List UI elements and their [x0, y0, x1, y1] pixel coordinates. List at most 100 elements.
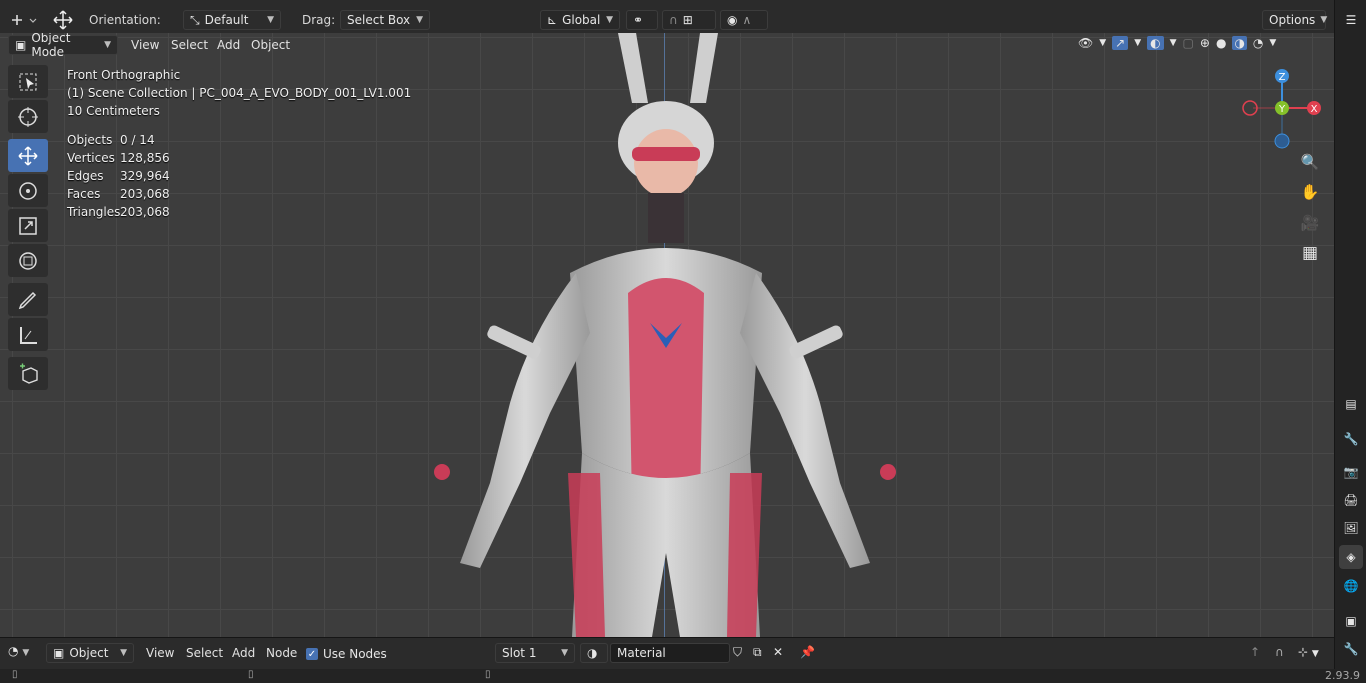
select-box-tool[interactable]: [8, 65, 48, 98]
hand-icon: ✋: [1300, 183, 1320, 201]
zoom-button[interactable]: 🔍: [1296, 148, 1324, 176]
chevron-down-icon[interactable]: ▼: [1269, 38, 1276, 48]
transform-tool-icon: [50, 9, 76, 31]
menu-add[interactable]: Add: [232, 646, 255, 660]
pivot-point-dropdown[interactable]: ⚭: [626, 10, 658, 30]
ortho-toggle-button[interactable]: ▦: [1296, 239, 1324, 267]
fake-user-shield-icon[interactable]: ⛉: [733, 645, 742, 660]
magnet-icon: ∩: [669, 13, 678, 27]
pan-button[interactable]: ✋: [1296, 178, 1324, 206]
unlink-material-icon[interactable]: ✕: [773, 645, 783, 659]
gizmo-toggle-icon[interactable]: ↗: [1112, 36, 1129, 50]
node-editor-header: ◔ ▼ ▣ Object ▼ View Select Add Node ✓ Us…: [0, 637, 1334, 669]
orientation-dropdown[interactable]: ⤡ Default ▼: [183, 10, 281, 30]
drag-dropdown[interactable]: Select Box ▼: [340, 10, 430, 30]
menu-select[interactable]: Select: [186, 646, 223, 660]
output-properties-icon[interactable]: 🖨: [1339, 488, 1363, 512]
menu-add[interactable]: Add: [217, 38, 240, 52]
chevron-down-icon: ▼: [120, 648, 127, 658]
mode-dropdown[interactable]: ▣ Object Mode ▼: [8, 33, 118, 59]
proportional-editing-dropdown[interactable]: ◉ ∧: [720, 10, 768, 30]
wireframe-shading-icon[interactable]: ⊕: [1200, 36, 1210, 50]
scale-icon: [19, 216, 37, 235]
solid-shading-icon[interactable]: ●: [1216, 36, 1226, 50]
camera-view-button[interactable]: 🎥: [1296, 209, 1324, 237]
options-dropdown[interactable]: Options ▼: [1262, 10, 1328, 30]
chevron-down-icon: ▼: [561, 648, 568, 658]
viewport-overlay-text: Front Orthographic (1) Scene Collection …: [67, 66, 411, 221]
render-properties-icon[interactable]: 📷: [1339, 460, 1363, 484]
gizmo-z-label: Z: [1279, 72, 1286, 83]
editor-type-dropdown[interactable]: ◔ ▼: [8, 644, 29, 658]
cursor-tool[interactable]: [8, 100, 48, 133]
drag-label: Drag:: [302, 13, 336, 27]
chevron-down-icon: ▼: [416, 15, 423, 25]
navigation-gizmo[interactable]: Z Y X: [1240, 69, 1324, 153]
pencil-icon: [18, 291, 37, 309]
annotate-tool[interactable]: [8, 283, 48, 316]
snap-magnet-icon[interactable]: ∩: [1275, 645, 1284, 659]
tool-properties-icon[interactable]: 🔧: [1339, 427, 1363, 451]
transform-orientation-dropdown[interactable]: ⊾ Global ▼: [540, 10, 620, 30]
modifier-properties-icon[interactable]: 🔧: [1339, 637, 1363, 661]
scene-properties-icon[interactable]: ◈: [1339, 545, 1363, 569]
3d-viewport[interactable]: ▣ Object Mode ▼ View Select Add Object 👁…: [0, 33, 1334, 637]
collection-info: (1) Scene Collection | PC_004_A_EVO_BODY…: [67, 86, 412, 100]
menu-view[interactable]: View: [131, 38, 159, 52]
world-properties-icon[interactable]: 🌐: [1339, 574, 1363, 598]
properties-toggle-icon[interactable]: ▤: [1339, 392, 1363, 416]
chevron-down-icon: ▼: [22, 648, 30, 658]
transform-tool[interactable]: [8, 244, 48, 277]
stat-row: Vertices 128,856: [67, 151, 170, 165]
chevron-down-icon[interactable]: ▼: [1134, 38, 1141, 48]
snap-element-icon[interactable]: ⊹ ▼: [1298, 645, 1319, 659]
xray-icon[interactable]: ▢: [1183, 36, 1194, 50]
parent-node-tree-icon[interactable]: ↑: [1250, 645, 1260, 659]
snapping-dropdown[interactable]: ∩ ⊞: [662, 10, 716, 30]
gizmo-y-label: Y: [1278, 104, 1286, 115]
chevron-down-icon: ▼: [1320, 15, 1328, 25]
properties-tab-strip: ☰ ▤ 🔧 📷 🖨 🖼 ◈ 🌐 ▣ 🔧: [1334, 0, 1366, 683]
transform-icon: [19, 251, 37, 270]
view-layer-icon[interactable]: 🖼: [1339, 516, 1363, 540]
scene-statistics: Objects 0 / 14 Vertices 128,856 Edges 329,9…: [67, 131, 411, 221]
add-cube-tool[interactable]: [8, 357, 48, 390]
material-browse-button[interactable]: ◑: [580, 643, 608, 663]
use-nodes-checkbox[interactable]: ✓ Use Nodes: [306, 647, 387, 661]
node-editor-icon: ◔: [8, 644, 19, 658]
move-tool[interactable]: [8, 139, 48, 172]
version-label: 2.93.9: [1325, 669, 1360, 682]
menu-node[interactable]: Node: [266, 646, 297, 660]
outliner-icon[interactable]: ☰: [1339, 8, 1363, 32]
visibility-eye-icon[interactable]: 👁: [1078, 36, 1093, 50]
rotate-tool[interactable]: [8, 174, 48, 207]
measure-tool[interactable]: [8, 318, 48, 351]
rendered-shading-icon[interactable]: ◔: [1253, 36, 1263, 50]
material-shading-icon[interactable]: ◑: [1232, 36, 1247, 50]
scale-tool[interactable]: [8, 209, 48, 242]
menu-view[interactable]: View: [146, 646, 174, 660]
menu-object[interactable]: Object: [251, 38, 290, 52]
chevron-down-icon[interactable]: ▼: [1099, 38, 1106, 48]
shader-type-dropdown[interactable]: ▣ Object ▼: [46, 643, 134, 663]
stat-row: Faces 203,068: [67, 187, 170, 201]
link-icon: ⚭: [633, 13, 644, 27]
object-properties-icon[interactable]: ▣: [1339, 609, 1363, 633]
editor-type-button[interactable]: [8, 9, 40, 31]
object-mode-icon: ▣: [15, 38, 27, 52]
material-name-field[interactable]: Material: [610, 643, 730, 663]
chevron-down-icon: ▼: [104, 40, 111, 50]
pin-icon[interactable]: 📌: [800, 645, 815, 659]
menu-select[interactable]: Select: [171, 38, 208, 52]
orientation-icon: ⤡: [190, 12, 200, 27]
overlay-toggle-icon[interactable]: ◐: [1147, 36, 1164, 50]
chevron-down-icon: ▼: [606, 15, 613, 25]
chevron-down-icon[interactable]: ▼: [1170, 38, 1177, 48]
camera-icon: 🎥: [1300, 214, 1320, 232]
falloff-curve-icon: ∧: [742, 13, 752, 27]
character-model: [434, 33, 896, 637]
zoom-icon: 🔍: [1300, 153, 1320, 171]
rotate-icon: [19, 181, 37, 200]
duplicate-material-icon[interactable]: ⧉: [753, 645, 762, 660]
slot-dropdown[interactable]: Slot 1 ▼: [495, 643, 575, 663]
